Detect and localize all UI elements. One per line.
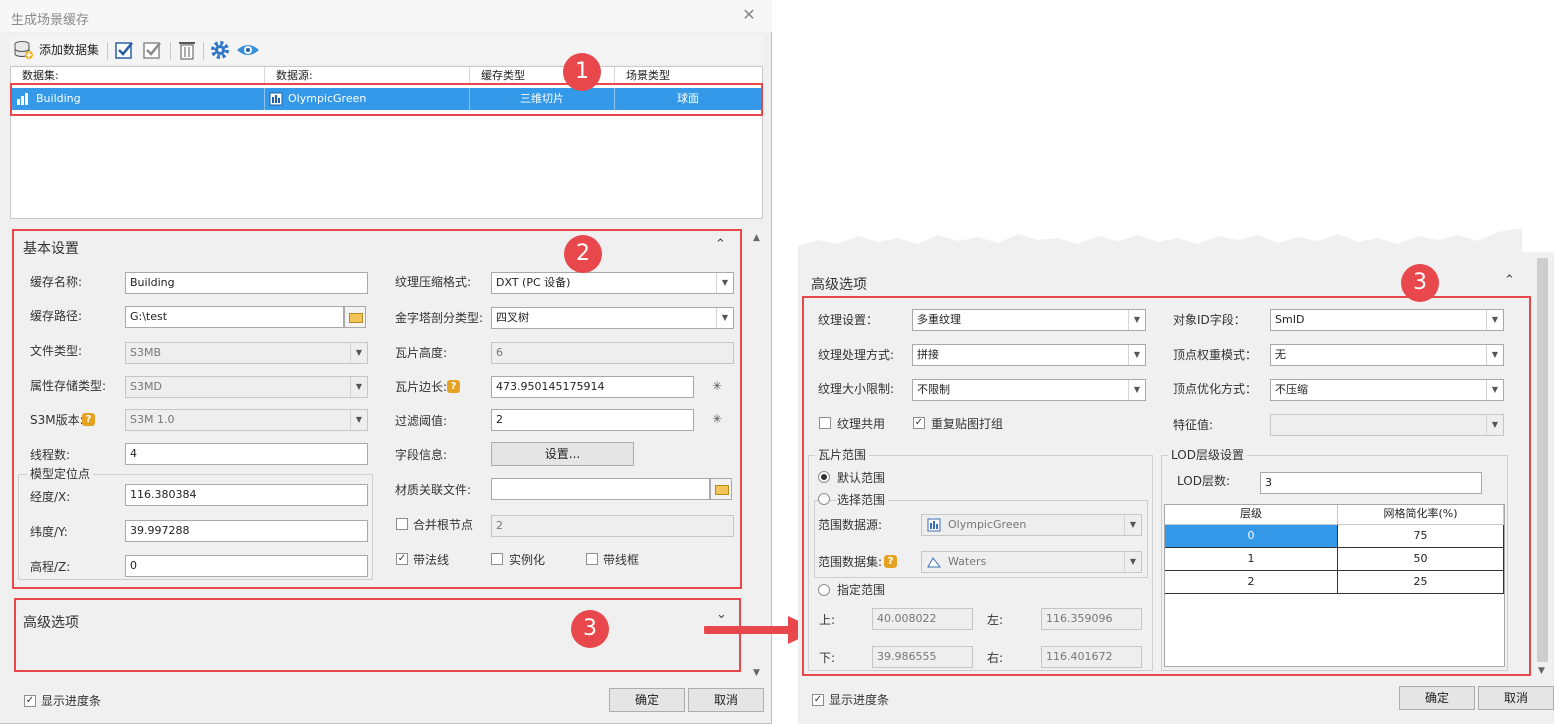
- scroll-down-icon[interactable]: ▼: [753, 666, 760, 680]
- callout-badge: 2: [564, 235, 602, 273]
- highlight-grid-row: [10, 83, 763, 116]
- scroll-down-icon[interactable]: ▼: [1538, 664, 1545, 678]
- add-dataset-button[interactable]: 添加数据集: [12, 38, 102, 62]
- highlight-basic-settings: [12, 229, 742, 589]
- scrollbar-thumb[interactable]: [1537, 258, 1548, 662]
- cancel-button[interactable]: 取消: [688, 688, 764, 712]
- scroll-up-icon[interactable]: ▲: [753, 231, 760, 245]
- add-dataset-label: 添加数据集: [39, 43, 100, 57]
- delete-icon[interactable]: [177, 39, 197, 61]
- toolbar-separator: [107, 42, 108, 60]
- collapse-icon[interactable]: ⌃: [1504, 273, 1515, 288]
- cancel-button[interactable]: 取消: [1478, 686, 1554, 710]
- ok-button[interactable]: 确定: [609, 688, 685, 712]
- callout-badge: 3: [571, 610, 609, 648]
- show-progress-label: 显示进度条: [829, 693, 890, 707]
- invert-select-icon[interactable]: [142, 39, 164, 61]
- show-progress-checkbox[interactable]: ✓: [812, 694, 824, 706]
- callout-badge: 3: [1401, 264, 1439, 302]
- show-progress-checkbox[interactable]: ✓: [24, 695, 36, 707]
- toolbar-separator: [170, 42, 171, 60]
- database-add-icon: [14, 41, 33, 59]
- title-bar: 生成场景缓存 ✕: [0, 0, 772, 32]
- ok-button[interactable]: 确定: [1399, 686, 1475, 710]
- highlight-advanced-collapsed: [14, 598, 741, 672]
- highlight-advanced-expanded: [802, 296, 1531, 676]
- scrollbar[interactable]: ▼: [1535, 252, 1551, 678]
- show-progress-label: 显示进度条: [41, 694, 102, 708]
- eye-icon[interactable]: [235, 39, 261, 61]
- toolbar-separator: [203, 42, 204, 60]
- select-all-icon[interactable]: [114, 39, 136, 61]
- close-icon[interactable]: ✕: [740, 5, 758, 25]
- callout-badge: 1: [563, 53, 601, 91]
- dialog-title: 生成场景缓存: [11, 13, 90, 28]
- gear-icon[interactable]: [209, 39, 231, 61]
- toolbar: 添加数据集: [10, 36, 763, 64]
- advanced-title: 高级选项: [811, 277, 867, 293]
